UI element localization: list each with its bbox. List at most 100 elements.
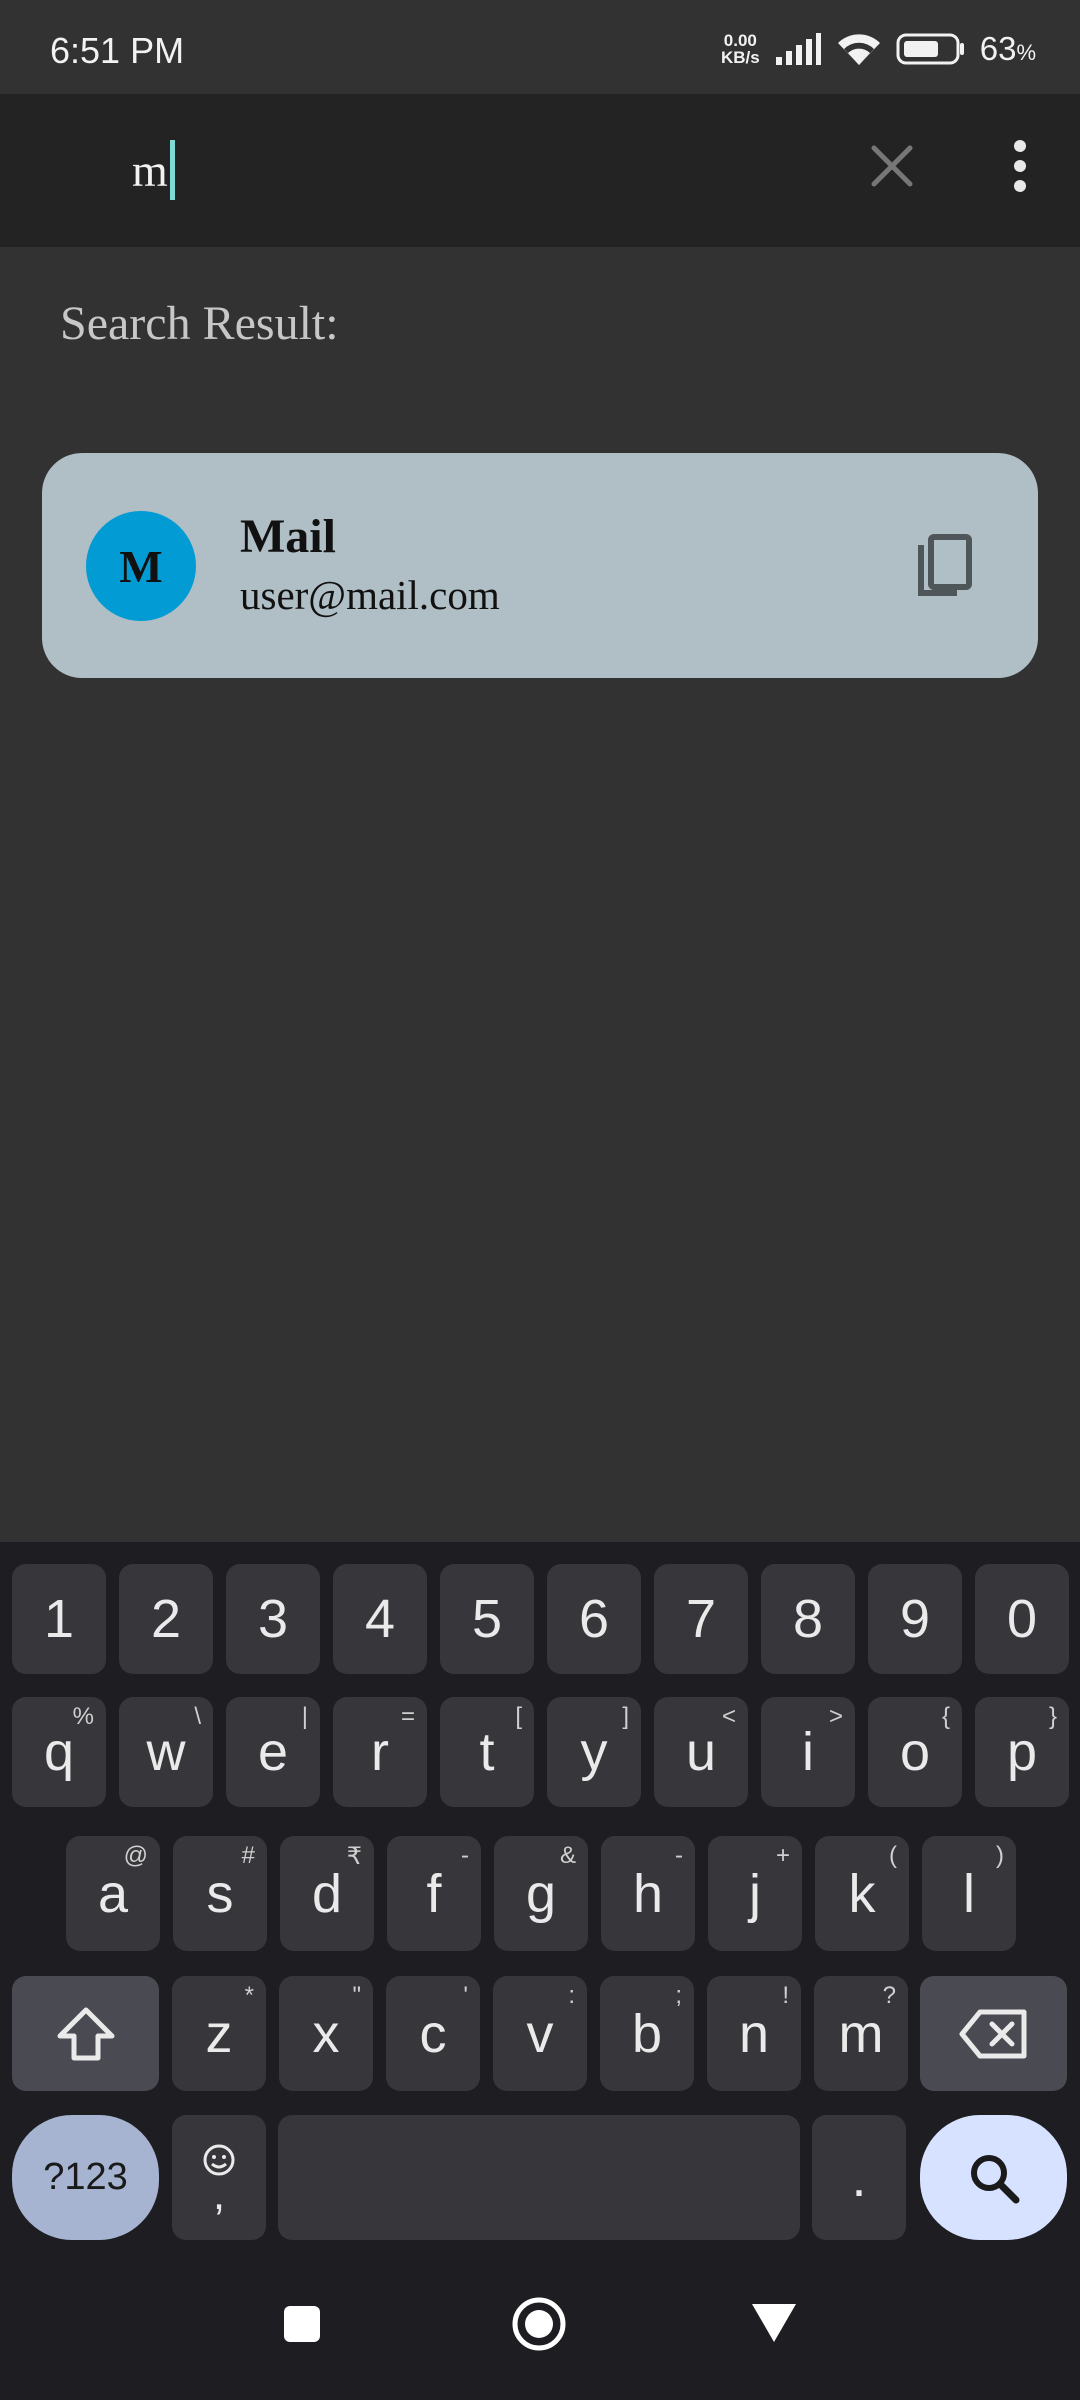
search-query: m bbox=[132, 144, 168, 196]
key-t[interactable]: t[ bbox=[440, 1697, 534, 1807]
key-9[interactable]: 9 bbox=[868, 1564, 962, 1674]
back-icon[interactable] bbox=[752, 2304, 796, 2344]
copy-icon bbox=[918, 534, 972, 596]
key-label: y bbox=[580, 1722, 608, 1782]
search-key[interactable] bbox=[920, 2115, 1067, 2240]
key-f[interactable]: f- bbox=[387, 1836, 481, 1951]
key-r[interactable]: r = bbox=[333, 1697, 427, 1807]
key-label: r bbox=[371, 1722, 389, 1782]
key-label: l bbox=[963, 1863, 975, 1924]
key-label: k bbox=[848, 1863, 876, 1924]
key-label: n bbox=[738, 2003, 770, 2064]
key-w[interactable]: w \ bbox=[119, 1697, 213, 1807]
key-secondary-label: ; bbox=[675, 1982, 682, 2009]
key-period[interactable]: . bbox=[812, 2115, 906, 2240]
key-m[interactable]: m? bbox=[814, 1976, 908, 2091]
key-p[interactable]: p} bbox=[975, 1697, 1069, 1807]
key-secondary-label: ₹ bbox=[346, 1843, 362, 1870]
search-input[interactable]: m bbox=[132, 140, 175, 200]
key-1[interactable]: 1 bbox=[12, 1564, 106, 1674]
key-label: 5 bbox=[471, 1589, 503, 1649]
key-6[interactable]: 6 bbox=[547, 1564, 641, 1674]
text-cursor bbox=[169, 140, 175, 200]
status-icons: 0.00 KB/s 63% bbox=[721, 30, 1036, 68]
key-label: f bbox=[426, 1863, 442, 1924]
key-g[interactable]: g & bbox=[494, 1836, 588, 1951]
key-label: m bbox=[838, 2003, 884, 2064]
key-s[interactable]: s # bbox=[173, 1836, 267, 1951]
key-secondary-label: [ bbox=[515, 1703, 522, 1730]
key-h[interactable]: h- bbox=[601, 1836, 695, 1951]
key-secondary-label: ( bbox=[889, 1842, 897, 1869]
key-secondary-label: ) bbox=[996, 1842, 1004, 1869]
key-a[interactable]: a @ bbox=[66, 1836, 160, 1951]
key-label: o bbox=[899, 1722, 931, 1782]
key-v[interactable]: v: bbox=[493, 1976, 587, 2091]
key-y[interactable]: y] bbox=[547, 1697, 641, 1807]
battery-icon bbox=[896, 33, 964, 65]
key-z[interactable]: z * bbox=[172, 1976, 266, 2091]
key-u[interactable]: u < bbox=[654, 1697, 748, 1807]
key-secondary-label: # bbox=[241, 1842, 255, 1869]
key-label: 0 bbox=[1006, 1589, 1038, 1649]
key-0[interactable]: 0 bbox=[975, 1564, 1069, 1674]
key-q[interactable]: q% bbox=[12, 1697, 106, 1807]
copy-button[interactable] bbox=[890, 511, 1000, 621]
key-label: 9 bbox=[899, 1589, 931, 1649]
key-o[interactable]: o{ bbox=[868, 1697, 962, 1807]
key-x[interactable]: x " bbox=[279, 1976, 373, 2091]
key-secondary-label: - bbox=[675, 1842, 683, 1869]
key-n[interactable]: n! bbox=[707, 1976, 801, 2091]
key-label: e bbox=[257, 1722, 289, 1782]
key-b[interactable]: b; bbox=[600, 1976, 694, 2091]
wifi-icon bbox=[837, 34, 880, 65]
key-label: v bbox=[526, 2003, 554, 2064]
key-label: 2 bbox=[150, 1589, 182, 1649]
key-k[interactable]: k( bbox=[815, 1836, 909, 1951]
avatar: M bbox=[86, 511, 196, 621]
shift-key[interactable] bbox=[12, 1976, 159, 2091]
key-label: g bbox=[525, 1863, 557, 1924]
key-c[interactable]: c ' bbox=[386, 1976, 480, 2091]
key-secondary-label: = bbox=[400, 1703, 415, 1730]
result-card[interactable]: M Mail user@mail.com bbox=[42, 453, 1038, 678]
key-secondary-label: { bbox=[941, 1703, 950, 1730]
key-e[interactable]: e | bbox=[226, 1697, 320, 1807]
key-secondary-label: * bbox=[244, 1982, 254, 2009]
key-5[interactable]: 5 bbox=[440, 1564, 534, 1674]
key-label: u bbox=[685, 1722, 717, 1782]
backspace-key[interactable] bbox=[920, 1976, 1067, 2091]
emoji-comma-key[interactable]: , bbox=[172, 2115, 266, 2240]
space-key[interactable] bbox=[278, 2115, 800, 2240]
more-vert-icon bbox=[1014, 140, 1026, 192]
key-7[interactable]: 7 bbox=[654, 1564, 748, 1674]
key-label: 8 bbox=[792, 1589, 824, 1649]
more-options-button[interactable] bbox=[990, 134, 1050, 198]
key-secondary-label: + bbox=[775, 1842, 790, 1869]
key-secondary-label: & bbox=[559, 1842, 576, 1869]
key-secondary-label: ! bbox=[782, 1982, 789, 2009]
key-d[interactable]: d ₹ bbox=[280, 1836, 374, 1951]
signal-icon bbox=[775, 33, 821, 65]
status-bar: 6:51 PM 0.00 KB/s 63% bbox=[0, 0, 1080, 94]
key-3[interactable]: 3 bbox=[226, 1564, 320, 1674]
soft-keyboard: 1 2 3 4 5 6 7 8 9 0 q% w \ e | r = t[y] u < i > o{p} a @ s # d ₹ f - g &… bbox=[0, 1542, 1080, 2254]
clear-search-button[interactable] bbox=[860, 134, 924, 198]
key-label: i bbox=[802, 1722, 814, 1782]
recent-apps-icon[interactable] bbox=[282, 2304, 322, 2344]
key-l[interactable]: l) bbox=[922, 1836, 1016, 1951]
key-label: b bbox=[631, 2003, 663, 2064]
key-secondary-label: ' bbox=[463, 1982, 468, 2009]
key-j[interactable]: j + bbox=[708, 1836, 802, 1951]
key-4[interactable]: 4 bbox=[333, 1564, 427, 1674]
key-label: w bbox=[146, 1722, 186, 1782]
home-icon[interactable] bbox=[511, 2296, 567, 2352]
key-8[interactable]: 8 bbox=[761, 1564, 855, 1674]
key-i[interactable]: i > bbox=[761, 1697, 855, 1807]
symbols-key[interactable]: ?123 bbox=[12, 2115, 159, 2240]
network-speed: 0.00 KB/s bbox=[720, 31, 760, 67]
key-label: z bbox=[205, 2003, 233, 2064]
key-secondary-label: @ bbox=[123, 1842, 148, 1869]
result-subtitle: user@mail.com bbox=[240, 572, 500, 618]
key-2[interactable]: 2 bbox=[119, 1564, 213, 1674]
